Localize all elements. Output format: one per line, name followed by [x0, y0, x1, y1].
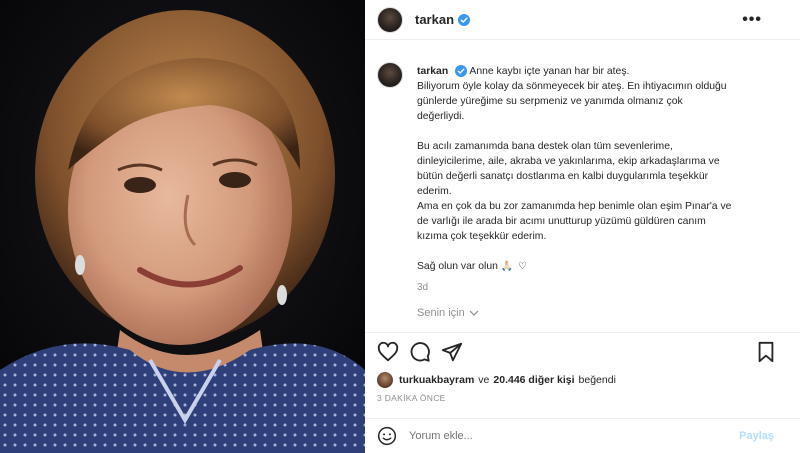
action-bar [365, 332, 800, 368]
caption-line: değerliydi. [417, 111, 465, 122]
caption-line: kızıma çok teşekkür ederim. [417, 231, 547, 242]
bookmark-icon[interactable] [755, 341, 777, 363]
liker-avatar[interactable] [377, 372, 393, 388]
more-horizontal-icon[interactable]: ••• [742, 11, 762, 29]
caption-line: Sağ olun var olun [417, 261, 498, 272]
caption-line: dinleyicilerime, aile, akraba ve yakınla… [417, 156, 720, 167]
liker-username[interactable]: turkuakbayram [399, 374, 474, 386]
caption-body: tarkan Anne kaybı içte yanan har bir ate… [417, 64, 773, 295]
caption-line: Anne kaybı içte yanan har bir ateş. [469, 66, 630, 77]
chevron-down-icon [469, 310, 479, 316]
likes-count[interactable]: 20.446 diğer kişi [493, 374, 574, 386]
likes-summary: turkuakbayram ve 20.446 diğer kişi beğen… [377, 372, 616, 388]
caption-line: ederim. [417, 186, 452, 197]
post-timestamp: 3 DAKİKA ÖNCE [377, 393, 446, 403]
caption-avatar[interactable] [377, 62, 403, 88]
post-photo[interactable] [0, 0, 365, 453]
author-avatar[interactable] [377, 6, 403, 33]
emoji-icon[interactable] [377, 426, 397, 446]
caption-timestamp[interactable]: 3d [417, 280, 773, 295]
caption-username[interactable]: tarkan [417, 66, 448, 77]
caption-line: günlerde yüreğime su serpmeniz ve yanımd… [417, 96, 683, 107]
comment-bar: Paylaş [365, 418, 800, 453]
verified-badge-icon [458, 13, 471, 26]
caption-line: bütün değerli sanatçı dostlarıma en kalb… [417, 171, 709, 182]
post-panel: tarkan ••• tarkan Anne kaybı içte yanan … [365, 0, 800, 453]
caption-emoji: 🙏🏻 ♡ [500, 261, 528, 272]
likes-suffix: beğendi [578, 374, 616, 386]
comment-icon[interactable] [409, 341, 431, 363]
portrait-image [0, 0, 365, 453]
share-icon[interactable] [441, 341, 463, 363]
translation-label: Senin için [417, 307, 465, 319]
caption-line: Ama en çok da bu zor zamanımda hep benim… [417, 201, 732, 212]
post-comment-button[interactable]: Paylaş [739, 430, 774, 442]
caption-line: Biliyorum öyle kolay da sönmeyecek bir a… [417, 81, 727, 92]
caption-line: Bu acılı zamanımda bana destek olan tüm … [417, 141, 673, 152]
likes-connector: ve [478, 374, 490, 386]
heart-icon[interactable] [377, 341, 399, 363]
author-username[interactable]: tarkan [415, 12, 454, 27]
post-header: tarkan ••• [365, 0, 800, 40]
translation-toggle[interactable]: Senin için [417, 307, 479, 319]
comment-input[interactable] [409, 430, 740, 442]
verified-badge-icon [455, 65, 468, 78]
caption-line: de varlığı ile arada bir acımı unutturup… [417, 216, 706, 227]
instagram-post: tarkan ••• tarkan Anne kaybı içte yanan … [0, 0, 800, 453]
